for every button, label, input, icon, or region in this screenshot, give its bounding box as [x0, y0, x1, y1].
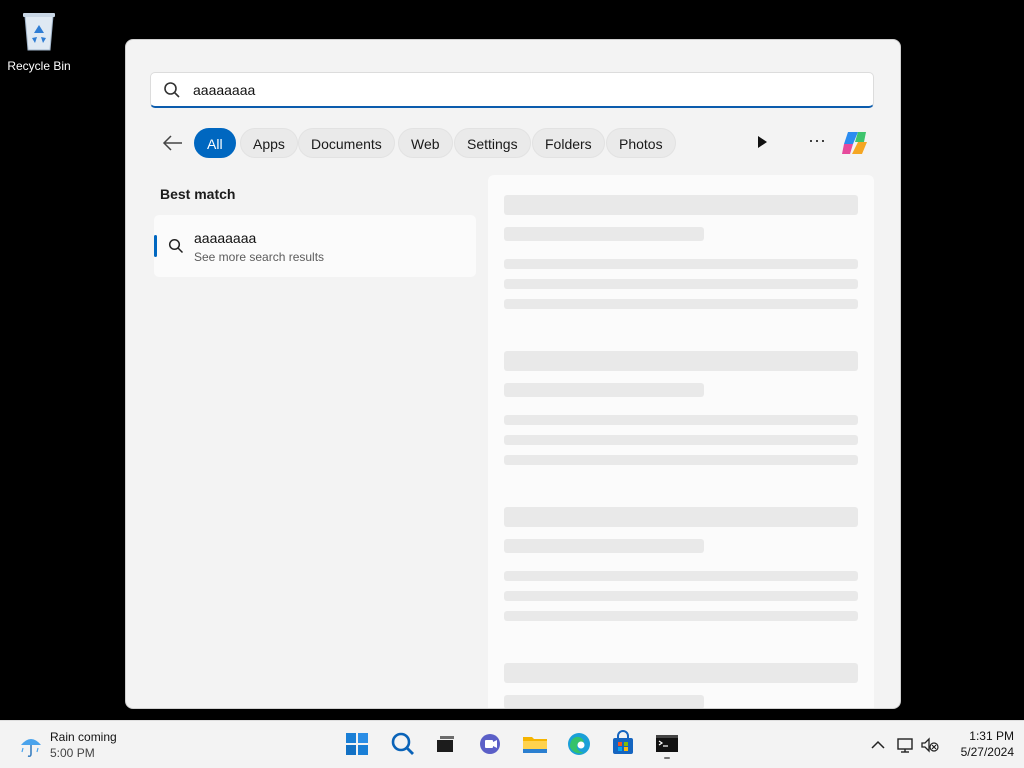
search-input[interactable] [191, 73, 855, 107]
terminal-icon[interactable] [652, 729, 682, 759]
search-box[interactable] [150, 72, 874, 108]
skeleton-line [504, 455, 858, 465]
skeleton-line [504, 695, 704, 708]
result-title: aaaaaaaa [194, 230, 257, 246]
chevron-up-icon[interactable] [868, 735, 888, 755]
filter-folders[interactable]: Folders [532, 128, 605, 158]
search-icon[interactable] [388, 729, 418, 759]
weather-title: Rain coming [50, 730, 117, 744]
skeleton-line [504, 259, 858, 269]
filter-web[interactable]: Web [398, 128, 453, 158]
search-icon [164, 82, 180, 98]
skeleton-line [504, 539, 704, 553]
best-match-heading: Best match [160, 186, 236, 202]
back-arrow-icon[interactable] [162, 133, 184, 153]
recycle-bin[interactable]: Recycle Bin [4, 8, 74, 73]
edge-icon[interactable] [564, 729, 594, 759]
skeleton-line [504, 663, 858, 683]
skeleton-line [504, 279, 858, 289]
taskbar: Rain coming 5:00 PM 1:31 PM 5/27/2024 [0, 720, 1024, 768]
clock-date: 5/27/2024 [960, 745, 1014, 759]
filter-settings[interactable]: Settings [454, 128, 531, 158]
weather-time: 5:00 PM [50, 746, 95, 760]
skeleton-line [504, 435, 858, 445]
skeleton-line [504, 195, 858, 215]
clock-time: 1:31 PM [969, 729, 1014, 743]
rain-umbrella-icon [21, 739, 41, 758]
play-icon[interactable] [754, 134, 770, 150]
result-subtitle: See more search results [194, 250, 325, 264]
more-options-button[interactable]: ··· [804, 128, 830, 156]
recycle-bin-icon [23, 13, 55, 51]
skeleton-line [504, 227, 704, 241]
file-explorer-icon[interactable] [520, 729, 550, 759]
start-icon[interactable] [342, 729, 372, 759]
copilot-icon[interactable] [838, 126, 872, 160]
store-icon[interactable] [608, 729, 638, 759]
selection-indicator [154, 235, 157, 257]
system-clock[interactable]: 1:31 PM 5/27/2024 [944, 728, 1014, 760]
search-icon [168, 238, 184, 254]
filter-bar: All Apps Documents Web Settings Folders … [156, 126, 876, 160]
skeleton-line [504, 351, 858, 371]
skeleton-line [504, 591, 858, 601]
task-view-icon[interactable] [430, 729, 460, 759]
best-match-result[interactable]: aaaaaaaa See more search results [154, 215, 476, 277]
filter-apps[interactable]: Apps [240, 128, 298, 158]
skeleton-line [504, 611, 858, 621]
preview-pane-loading [488, 175, 874, 708]
filter-documents[interactable]: Documents [298, 128, 395, 158]
skeleton-line [504, 299, 858, 309]
filter-all[interactable]: All [194, 128, 236, 158]
network-icon[interactable] [895, 735, 915, 755]
skeleton-line [504, 571, 858, 581]
recycle-bin-label: Recycle Bin [7, 59, 71, 73]
skeleton-line [504, 415, 858, 425]
skeleton-line [504, 507, 858, 527]
search-panel: All Apps Documents Web Settings Folders … [125, 39, 901, 709]
teams-chat-icon[interactable] [475, 729, 505, 759]
weather-widget[interactable]: Rain coming 5:00 PM [18, 730, 148, 762]
filter-photos[interactable]: Photos [606, 128, 676, 158]
skeleton-line [504, 383, 704, 397]
volume-muted-icon[interactable] [920, 735, 940, 755]
